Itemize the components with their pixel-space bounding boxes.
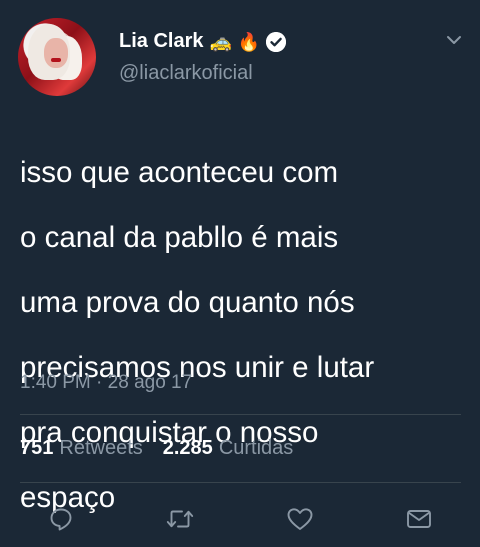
tweet-time: 1:40 PM	[20, 372, 91, 393]
chevron-down-icon[interactable]	[444, 30, 464, 50]
meta-separator: ·	[96, 372, 103, 393]
likes-count: 2.285	[162, 437, 213, 459]
tweet-text: isso que aconteceu com o canal da pabllo…	[20, 124, 460, 547]
tweet-line: isso que aconteceu com	[20, 155, 339, 189]
avatar-face	[44, 38, 68, 68]
tweet-timestamp[interactable]: 1:40 PM · 28 ago 17	[20, 372, 192, 394]
verified-badge-icon	[266, 31, 287, 52]
message-icon[interactable]	[405, 505, 433, 533]
retweet-icon[interactable]	[166, 505, 194, 533]
reply-icon[interactable]	[47, 505, 75, 533]
taxi-emoji: 🚕	[209, 31, 232, 52]
likes-stat[interactable]: 2.285 Curtidas	[163, 437, 294, 460]
tweet-stats: 751 Retweets 2.285 Curtidas	[20, 437, 293, 460]
like-icon[interactable]	[286, 505, 314, 533]
divider	[20, 482, 461, 483]
retweets-count: 751	[20, 437, 54, 459]
fire-emoji: 🔥	[237, 31, 261, 52]
tweet-line: uma prova do quanto nós	[20, 285, 355, 319]
avatar[interactable]	[18, 18, 96, 96]
tweet-date: 28 ago 17	[107, 372, 193, 393]
avatar-lips	[51, 58, 61, 62]
user-handle[interactable]: @liaclarkoficial	[119, 62, 253, 85]
user-name-row[interactable]: Lia Clark 🚕 🔥	[119, 30, 287, 53]
display-name[interactable]: Lia Clark	[119, 30, 203, 53]
action-bar	[0, 505, 480, 533]
retweets-label: Retweets	[59, 437, 143, 459]
divider	[20, 414, 461, 415]
retweets-stat[interactable]: 751 Retweets	[20, 437, 143, 460]
likes-label: Curtidas	[218, 437, 294, 459]
tweet-line: o canal da pabllo é mais	[20, 220, 339, 254]
